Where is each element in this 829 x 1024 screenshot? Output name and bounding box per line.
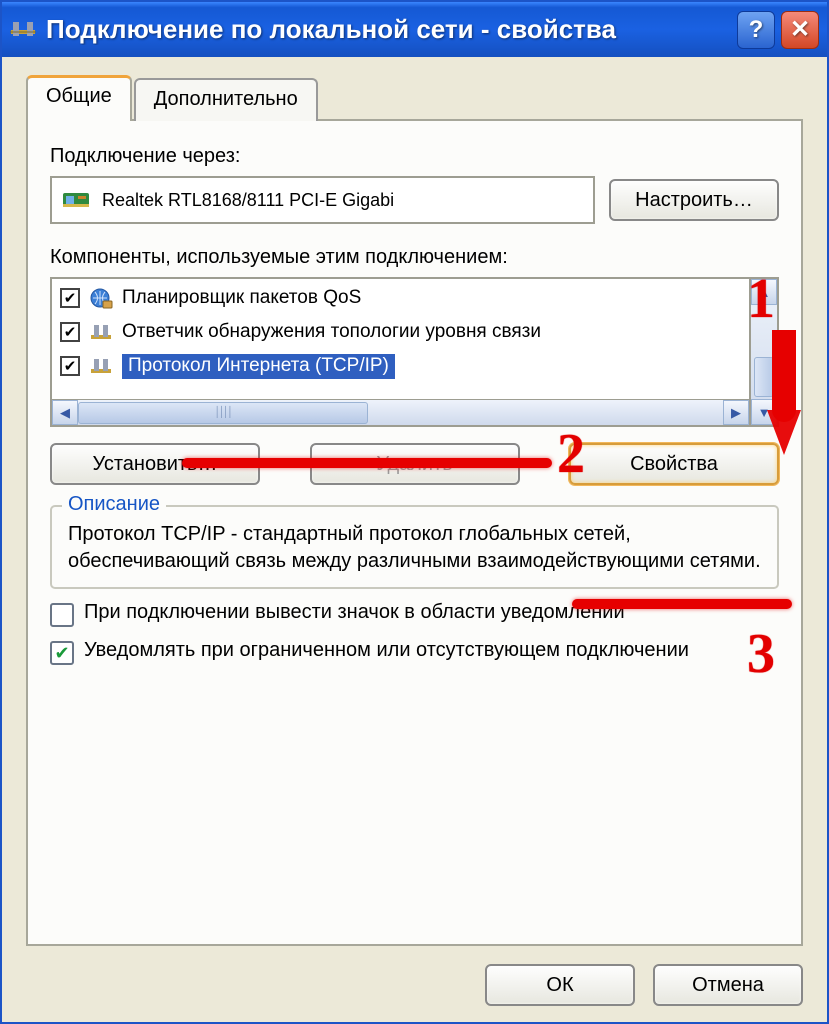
tab-pane-general: Подключение через: Realtek RTL8168/8111 …	[26, 119, 803, 946]
dialog-window: Подключение по локальной сети - свойства…	[0, 0, 829, 1024]
scroll-left-icon[interactable]: ◀	[52, 400, 78, 425]
list-item-selected[interactable]: Протокол Интернета (TCP/IP)	[52, 349, 749, 383]
nic-icon	[62, 189, 92, 211]
tab-general[interactable]: Общие	[26, 75, 132, 121]
configure-button[interactable]: Настроить…	[609, 179, 779, 221]
item-label: Планировщик пакетов QoS	[122, 287, 361, 309]
globe-icon	[88, 287, 114, 309]
properties-button[interactable]: Свойства	[569, 443, 779, 485]
list-item[interactable]: Планировщик пакетов QoS	[52, 281, 749, 315]
scroll-down-icon[interactable]: ▼	[751, 399, 777, 425]
connect-via-label: Подключение через:	[50, 145, 779, 168]
list-item[interactable]: Ответчик обнаружения топологии уровня св…	[52, 315, 749, 349]
components-listbox[interactable]: Планировщик пакетов QoS Ответчик обнаруж…	[50, 277, 751, 427]
components-label: Компоненты, используемые этим подключени…	[50, 246, 779, 269]
description-legend: Описание	[62, 493, 166, 516]
install-button[interactable]: Установить…	[50, 443, 260, 485]
notify-icon-label: При подключении вывести значок в области…	[84, 601, 625, 624]
item-checkbox[interactable]	[60, 288, 80, 308]
close-button[interactable]: ✕	[781, 11, 819, 49]
scroll-right-icon[interactable]: ▶	[723, 400, 749, 425]
tabstrip: Общие Дополнительно	[26, 75, 803, 121]
client-area: Общие Дополнительно Подключение через: R…	[4, 57, 825, 1020]
adapter-box: Realtek RTL8168/8111 PCI-E Gigabi	[50, 176, 595, 224]
titlebar[interactable]: Подключение по локальной сети - свойства…	[2, 2, 827, 57]
notify-limited-checkbox[interactable]	[50, 641, 74, 665]
vertical-scrollbar[interactable]: ▲ ▼	[751, 277, 779, 427]
remove-button: Удалить	[310, 443, 520, 485]
description-fieldset: Описание Протокол TCP/IP - стандартный п…	[50, 505, 779, 589]
item-label: Протокол Интернета (TCP/IP)	[122, 354, 395, 379]
notify-icon-checkbox[interactable]	[50, 603, 74, 627]
item-checkbox[interactable]	[60, 322, 80, 342]
tab-advanced[interactable]: Дополнительно	[134, 78, 318, 121]
notify-limited-label: Уведомлять при ограниченном или отсутств…	[84, 639, 689, 662]
help-button[interactable]: ?	[737, 11, 775, 49]
cancel-button[interactable]: Отмена	[653, 964, 803, 1006]
ok-button[interactable]: ОК	[485, 964, 635, 1006]
description-text: Протокол TCP/IP - стандартный протокол г…	[68, 521, 761, 575]
dialog-footer: ОК Отмена	[26, 946, 803, 1006]
horizontal-scrollbar[interactable]: ◀ ││││ ▶	[52, 399, 749, 425]
adapter-name: Realtek RTL8168/8111 PCI-E Gigabi	[102, 190, 394, 211]
window-title: Подключение по локальной сети - свойства	[46, 14, 727, 45]
item-label: Ответчик обнаружения топологии уровня св…	[122, 321, 541, 343]
window-icon	[10, 17, 36, 43]
network-icon	[88, 321, 114, 343]
network-icon	[88, 355, 114, 377]
scroll-up-icon[interactable]: ▲	[751, 279, 777, 305]
item-checkbox[interactable]	[60, 356, 80, 376]
